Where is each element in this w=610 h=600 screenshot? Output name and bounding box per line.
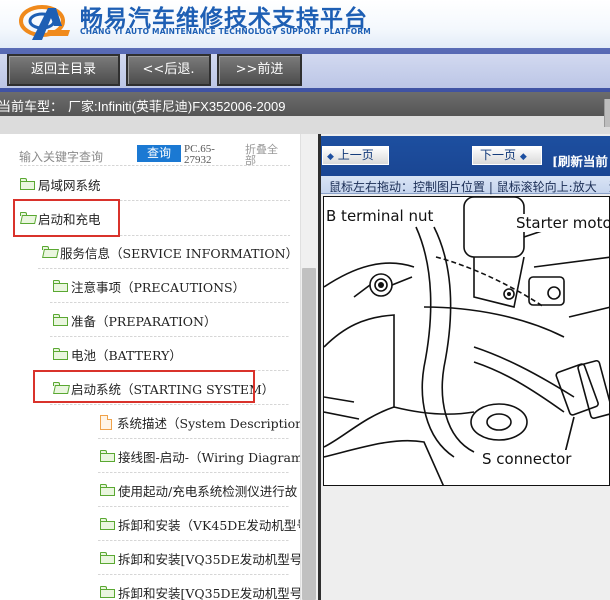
back-to-main-button[interactable]: 返回主目录 — [7, 54, 120, 86]
prev-page-label: 上一页 — [337, 148, 374, 162]
tree-item-lan-system[interactable]: 局域网系统 — [20, 167, 101, 201]
platform-logo-icon — [19, 5, 70, 40]
folder-icon — [53, 280, 68, 292]
pc-code-label: PC.65-27932 — [184, 143, 215, 166]
tree-item-removal-vk45de[interactable]: 拆卸和安装（VK45DE发动机型号 — [100, 507, 309, 541]
separator-strip — [0, 116, 610, 134]
app-window: 畅易汽车维修技术支持平台 CHANG YI AUTO MAINTENANCE T… — [0, 0, 610, 600]
folder-icon — [100, 450, 115, 462]
folder-open-icon — [42, 246, 59, 258]
tree-item-label: 注意事项（PRECAUTIONS） — [71, 279, 246, 295]
platform-subtitle: CHANG YI AUTO MAINTENANCE TECHNOLOGY SUP… — [80, 27, 371, 36]
tree-item-label: 电池（BATTERY） — [71, 347, 182, 363]
tree-separator — [20, 165, 290, 166]
tree-item-label: 使用起动/充电系统检测仪进行故 — [118, 483, 298, 499]
tree-item-preparation[interactable]: 准备（PREPARATION） — [53, 303, 216, 337]
tree-item-removal-vq35de-2[interactable]: 拆卸和安装[VQ35DE发动机型号 — [100, 575, 302, 600]
highlight-box — [33, 370, 255, 403]
search-input[interactable]: 输入关键字查询 — [19, 148, 103, 165]
current-model-label: 当前车型： — [0, 99, 64, 114]
folder-icon — [53, 348, 68, 360]
folder-icon — [20, 178, 35, 190]
tree-item-system-description[interactable]: 系统描述（System Description） — [100, 405, 316, 439]
folder-icon — [100, 586, 115, 598]
folder-icon — [53, 314, 68, 326]
tree-item-label: 准备（PREPARATION） — [71, 313, 217, 329]
tree-item-label: 接线图-启动-（Wiring Diagram - — [118, 449, 312, 465]
splitter-handle[interactable] — [604, 99, 610, 127]
starter-motor-illustration — [324, 197, 609, 485]
tree-item-label: 拆卸和安装[VQ35DE发动机型号 — [118, 551, 303, 567]
header-banner: 畅易汽车维修技术支持平台 CHANG YI AUTO MAINTENANCE T… — [0, 0, 610, 48]
tree-item-label: 拆卸和安装[VQ35DE发动机型号 — [118, 585, 303, 600]
next-page-button[interactable]: 下一页 ◆ — [472, 146, 542, 165]
forward-button[interactable]: >>前进 — [217, 54, 302, 86]
folder-icon — [100, 518, 115, 530]
next-page-label: 下一页 — [480, 148, 517, 162]
tree-item-battery[interactable]: 电池（BATTERY） — [53, 337, 182, 371]
refresh-current-link[interactable]: [刷新当前 — [552, 151, 608, 170]
highlight-box — [13, 199, 120, 237]
tree-scrollbar-thumb[interactable] — [302, 268, 316, 600]
tree-item-precautions[interactable]: 注意事项（PRECAUTIONS） — [53, 269, 245, 303]
prev-page-button[interactable]: ◆ 上一页 — [322, 146, 389, 165]
arrow-left-icon: ◆ — [327, 152, 334, 162]
tree-item-label: 拆卸和安装（VK45DE发动机型号 — [118, 517, 309, 533]
tree-item-label: 局域网系统 — [38, 177, 101, 193]
folder-icon — [100, 552, 115, 564]
b-terminal-label: B terminal nut — [326, 207, 434, 225]
starter-motor-label: Starter motor — [516, 214, 609, 232]
document-icon — [100, 414, 112, 430]
tree-item-removal-vq35de[interactable]: 拆卸和安装[VQ35DE发动机型号 — [100, 541, 302, 575]
back-button[interactable]: <<后退. — [126, 54, 211, 86]
viewer-hint-text: 鼠标左右拖动：控制图片位置 | 鼠标滚轮向上:放大 滚 — [329, 180, 610, 194]
collapse-all-link[interactable]: 折叠全部 — [245, 144, 283, 166]
tree-item-tester-diagnosis[interactable]: 使用起动/充电系统检测仪进行故 — [100, 473, 297, 507]
current-model-value: 厂家:Infiniti(英菲尼迪)FX352006-2009 — [68, 99, 286, 114]
service-diagram[interactable]: B terminal nut Starter motor S connector — [323, 196, 610, 486]
folder-icon — [100, 484, 115, 496]
arrow-right-icon: ◆ — [519, 152, 527, 162]
tree-item-service-information[interactable]: 服务信息（SERVICE INFORMATION） — [42, 235, 298, 269]
tree-item-label: 服务信息（SERVICE INFORMATION） — [60, 245, 299, 261]
tree-item-label: 系统描述（System Description） — [117, 415, 316, 431]
query-button[interactable]: 查询 — [137, 145, 181, 162]
s-connector-label: S connector — [482, 450, 572, 468]
tree-item-wiring-diagram[interactable]: 接线图-启动-（Wiring Diagram - — [100, 439, 311, 473]
